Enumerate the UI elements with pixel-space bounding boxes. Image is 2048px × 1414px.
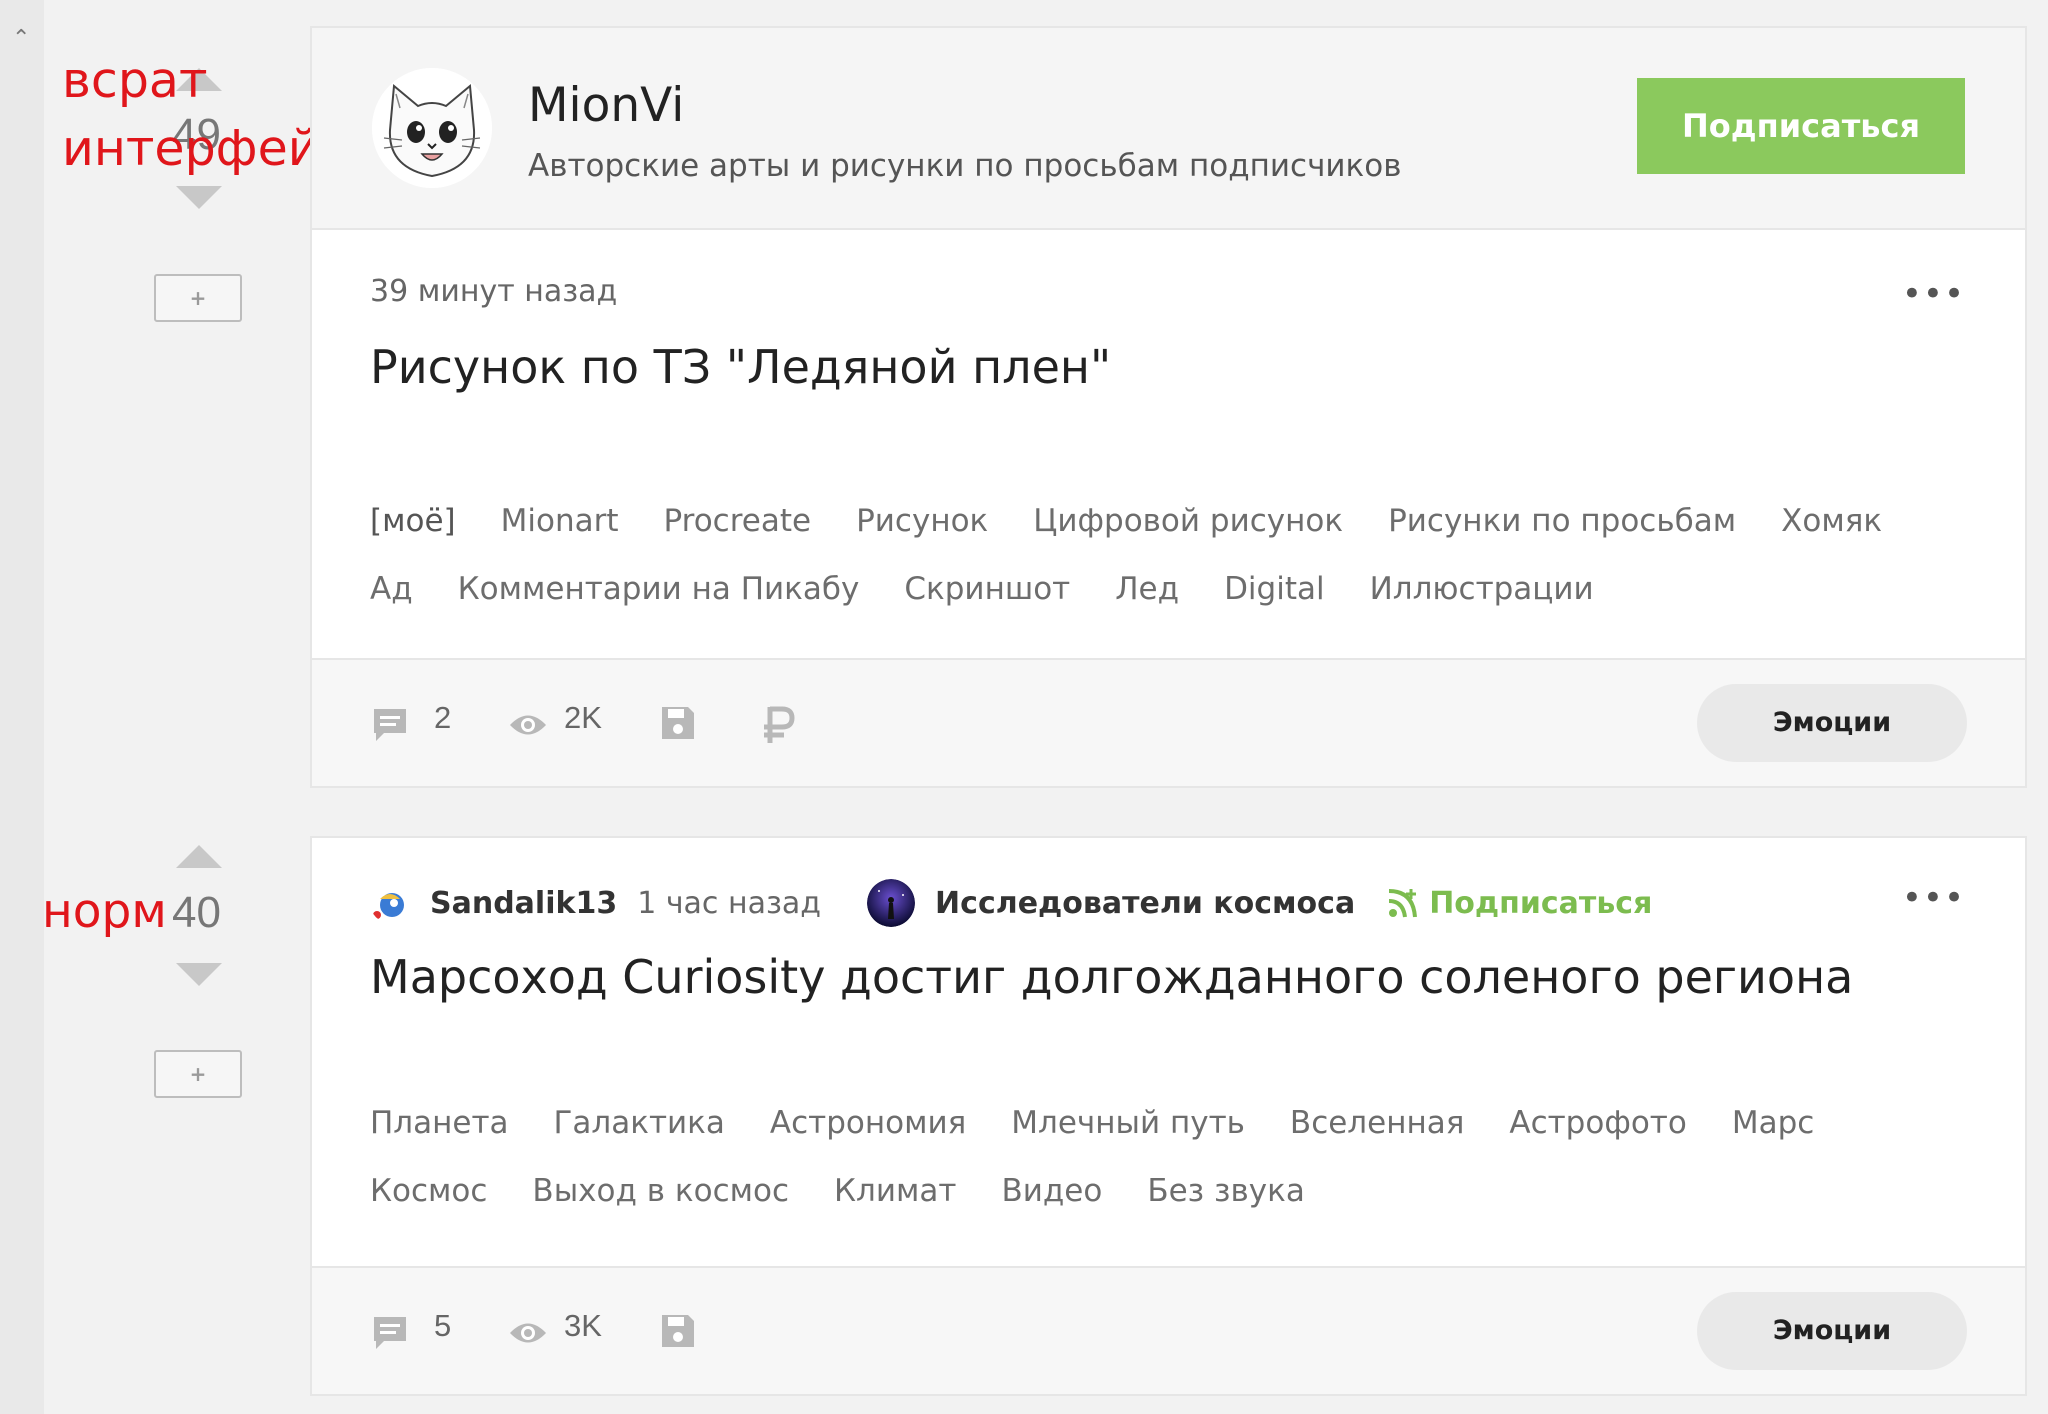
author-avatar[interactable]	[372, 68, 492, 188]
scrollbar-track[interactable]: ⌃	[0, 0, 44, 1414]
community-name[interactable]: Исследователи космоса	[935, 886, 1355, 921]
emotions-button[interactable]: Эмоции	[1697, 1292, 1967, 1370]
subscribe-label: Подписаться	[1429, 885, 1653, 921]
view-count: 2K	[564, 700, 602, 735]
subscribe-button[interactable]: Подписаться	[1637, 78, 1965, 174]
post-time: 39 минут назад	[370, 274, 618, 309]
upvote-icon[interactable]	[176, 845, 222, 868]
tag[interactable]: Вселенная	[1290, 1104, 1464, 1142]
tag[interactable]: Климат	[834, 1172, 956, 1210]
more-options-icon[interactable]: •••	[1902, 878, 1965, 918]
community-avatar[interactable]	[867, 879, 916, 927]
tag[interactable]: Астрономия	[770, 1104, 966, 1142]
tag[interactable]: Цифровой рисунок	[1033, 502, 1343, 540]
downvote-icon[interactable]	[176, 963, 222, 986]
annotation-label: всрат	[62, 52, 208, 109]
downvote-icon[interactable]	[176, 186, 222, 209]
post-footer: 5 3K Эмоции	[312, 1266, 2025, 1394]
subscribe-link[interactable]: Подписаться	[1387, 886, 1652, 921]
author-header: MionVi Авторские арты и рисунки по прось…	[312, 28, 2025, 230]
eye-icon	[510, 715, 546, 735]
emotions-button[interactable]: Эмоции	[1697, 684, 1967, 762]
ruble-icon[interactable]	[760, 705, 796, 745]
tag[interactable]: Планета	[370, 1104, 509, 1142]
post-title[interactable]: Рисунок по ТЗ "Ледяной плен"	[370, 340, 1111, 394]
tag[interactable]: Ад	[370, 570, 413, 608]
comment-icon[interactable]	[370, 705, 410, 745]
annotation-label: норм	[42, 884, 167, 939]
username[interactable]: Sandalik13	[430, 886, 617, 921]
tag[interactable]: Комментарии на Пикабу	[458, 570, 860, 608]
post-rating: 40	[172, 888, 221, 937]
eye-icon	[510, 1323, 546, 1343]
post-card: MionVi Авторские арты и рисунки по прось…	[310, 26, 2027, 788]
tag[interactable]: Скриншот	[904, 570, 1070, 608]
post-meta: Sandalik13 1 час назад Исследователи кос…	[370, 878, 1652, 928]
tag[interactable]: Марс	[1732, 1104, 1814, 1142]
tag[interactable]: Космос	[370, 1172, 487, 1210]
tag[interactable]: Рисунки по просьбам	[1388, 502, 1736, 540]
comment-count[interactable]: 2	[434, 700, 451, 736]
save-icon[interactable]	[660, 1313, 696, 1349]
tag[interactable]: [моё]	[370, 502, 456, 540]
tag[interactable]: Хомяк	[1781, 502, 1882, 540]
user-avatar[interactable]	[370, 883, 410, 923]
tag[interactable]: Mionart	[501, 502, 619, 540]
tag[interactable]: Лед	[1115, 570, 1179, 608]
save-to-category-button[interactable]: +	[154, 1050, 242, 1098]
post-card: Sandalik13 1 час назад Исследователи кос…	[310, 836, 2027, 1396]
post-title[interactable]: Марсоход Curiosity достиг долгожданного …	[370, 950, 1853, 1004]
tag[interactable]: Иллюстрации	[1370, 570, 1594, 608]
tag-list: [моё] Mionart Procreate Рисунок Цифровой…	[370, 502, 1950, 608]
vote-column	[44, 0, 310, 1414]
annotation-label: интерфейс	[62, 120, 347, 177]
tag[interactable]: Без звука	[1147, 1172, 1305, 1210]
tag[interactable]: Digital	[1224, 570, 1325, 608]
tag[interactable]: Procreate	[664, 502, 812, 540]
author-name[interactable]: MionVi	[528, 78, 684, 133]
author-description: Авторские арты и рисунки по просьбам под…	[528, 148, 1402, 184]
rss-subscribe-icon	[1389, 889, 1418, 918]
save-to-category-button[interactable]: +	[154, 274, 242, 322]
tag-list: Планета Галактика Астрономия Млечный пут…	[370, 1104, 1950, 1210]
save-icon[interactable]	[660, 705, 696, 741]
tag[interactable]: Млечный путь	[1011, 1104, 1245, 1142]
more-options-icon[interactable]: •••	[1902, 274, 1965, 314]
tag[interactable]: Видео	[1001, 1172, 1102, 1210]
comment-icon[interactable]	[370, 1313, 410, 1353]
tag[interactable]: Астрофото	[1509, 1104, 1686, 1142]
comment-count[interactable]: 5	[434, 1308, 451, 1344]
view-count: 3K	[564, 1308, 602, 1343]
post-time: 1 час назад	[637, 885, 822, 921]
tag[interactable]: Выход в космос	[532, 1172, 789, 1210]
tag[interactable]: Рисунок	[856, 502, 988, 540]
tag[interactable]: Галактика	[554, 1104, 725, 1142]
post-footer: 2 2K Эмоции	[312, 658, 2025, 786]
scroll-up-icon[interactable]: ⌃	[12, 28, 30, 50]
